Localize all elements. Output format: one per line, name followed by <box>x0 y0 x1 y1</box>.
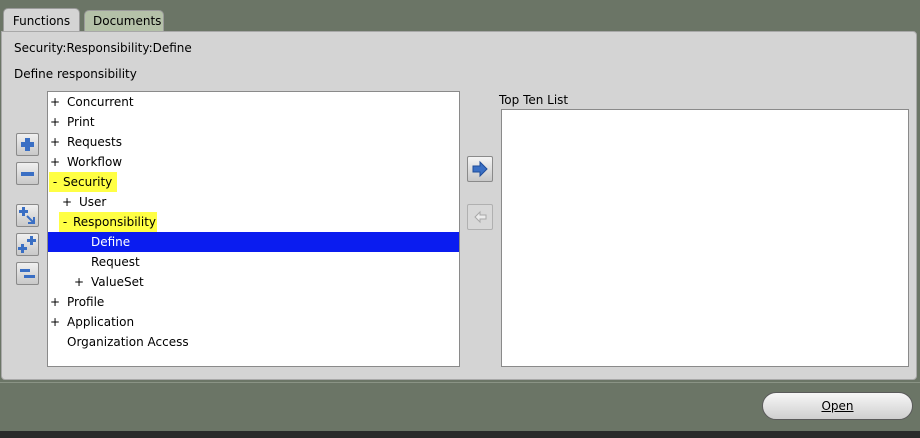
tree-item-define[interactable]: Define <box>48 232 459 252</box>
functions-panel: Security:Responsibility:Define Define re… <box>1 31 917 380</box>
arrow-left-icon <box>468 205 492 229</box>
tree-item-label: Organization Access <box>67 335 189 349</box>
expand-all-icon <box>17 234 38 255</box>
tree-item-label: Concurrent <box>67 95 134 109</box>
section-title: Define responsibility <box>14 67 137 81</box>
tree-item-organization-access[interactable]: Organization Access <box>48 332 459 352</box>
collapse-toggle[interactable]: - <box>49 172 61 192</box>
tree-item-label: User <box>79 195 107 209</box>
tree-item-label: Define <box>91 235 131 249</box>
tree-item-valueset[interactable]: + ValueSet <box>48 272 459 292</box>
plus-icon <box>17 134 38 155</box>
remove-from-top-ten-button[interactable] <box>467 204 493 230</box>
tree-item-label: Requests <box>67 135 122 149</box>
tree-item-application[interactable]: + Application <box>48 312 459 332</box>
collapse-all-button[interactable] <box>16 262 39 285</box>
collapse-button[interactable] <box>16 162 39 185</box>
tree-item-label: Request <box>91 255 140 269</box>
tree-item-workflow[interactable]: + Workflow <box>48 152 459 172</box>
add-to-top-ten-button[interactable] <box>467 156 493 182</box>
collapse-toggle[interactable]: - <box>59 212 71 232</box>
bottom-edge <box>0 431 920 438</box>
expand-toggle[interactable]: + <box>73 272 85 292</box>
tab-documents[interactable]: Documents <box>84 10 164 31</box>
arrow-right-icon <box>468 157 492 181</box>
footer-divider <box>0 382 920 383</box>
collapse-all-icon <box>17 263 38 284</box>
minus-icon <box>17 163 38 184</box>
tree-item-profile[interactable]: + Profile <box>48 292 459 312</box>
expand-toggle[interactable]: + <box>49 112 61 132</box>
tree-item-requests[interactable]: + Requests <box>48 132 459 152</box>
expand-toggle[interactable]: + <box>49 292 61 312</box>
open-button-label: Open <box>821 399 854 413</box>
expand-toggle[interactable]: + <box>49 152 61 172</box>
expand-toggle[interactable]: + <box>49 132 61 152</box>
expand-toggle[interactable]: + <box>61 192 73 212</box>
tree-item-user[interactable]: + User <box>48 192 459 212</box>
tree-item-print[interactable]: + Print <box>48 112 459 132</box>
tree-item-label: Profile <box>67 295 105 309</box>
top-ten-list[interactable] <box>501 109 909 367</box>
expand-all-button[interactable] <box>16 233 39 256</box>
expand-toggle[interactable]: + <box>49 312 61 332</box>
tree-item-responsibility[interactable]: - Responsibility <box>48 212 459 232</box>
tree-item-label: Workflow <box>67 155 123 169</box>
tree-item-label: Application <box>67 315 135 329</box>
tree-item-request[interactable]: Request <box>48 252 459 272</box>
open-button[interactable]: Open <box>762 392 913 420</box>
expand-button[interactable] <box>16 133 39 156</box>
expand-branch-icon <box>17 205 38 226</box>
expand-branch-button[interactable] <box>16 204 39 227</box>
breadcrumb: Security:Responsibility:Define <box>14 41 192 55</box>
tree-item-label: Responsibility <box>71 212 158 232</box>
function-tree[interactable]: + Concurrent + Print + Requests + Workfl… <box>47 91 460 367</box>
expand-toggle[interactable]: + <box>49 92 61 112</box>
tree-item-label: ValueSet <box>91 275 144 289</box>
tree-item-concurrent[interactable]: + Concurrent <box>48 92 459 112</box>
tree-item-label: Print <box>67 115 95 129</box>
tree-item-security[interactable]: - Security <box>48 172 459 192</box>
tree-item-label: Security <box>61 172 118 192</box>
tab-functions[interactable]: Functions <box>3 8 80 33</box>
top-ten-label: Top Ten List <box>499 93 569 107</box>
